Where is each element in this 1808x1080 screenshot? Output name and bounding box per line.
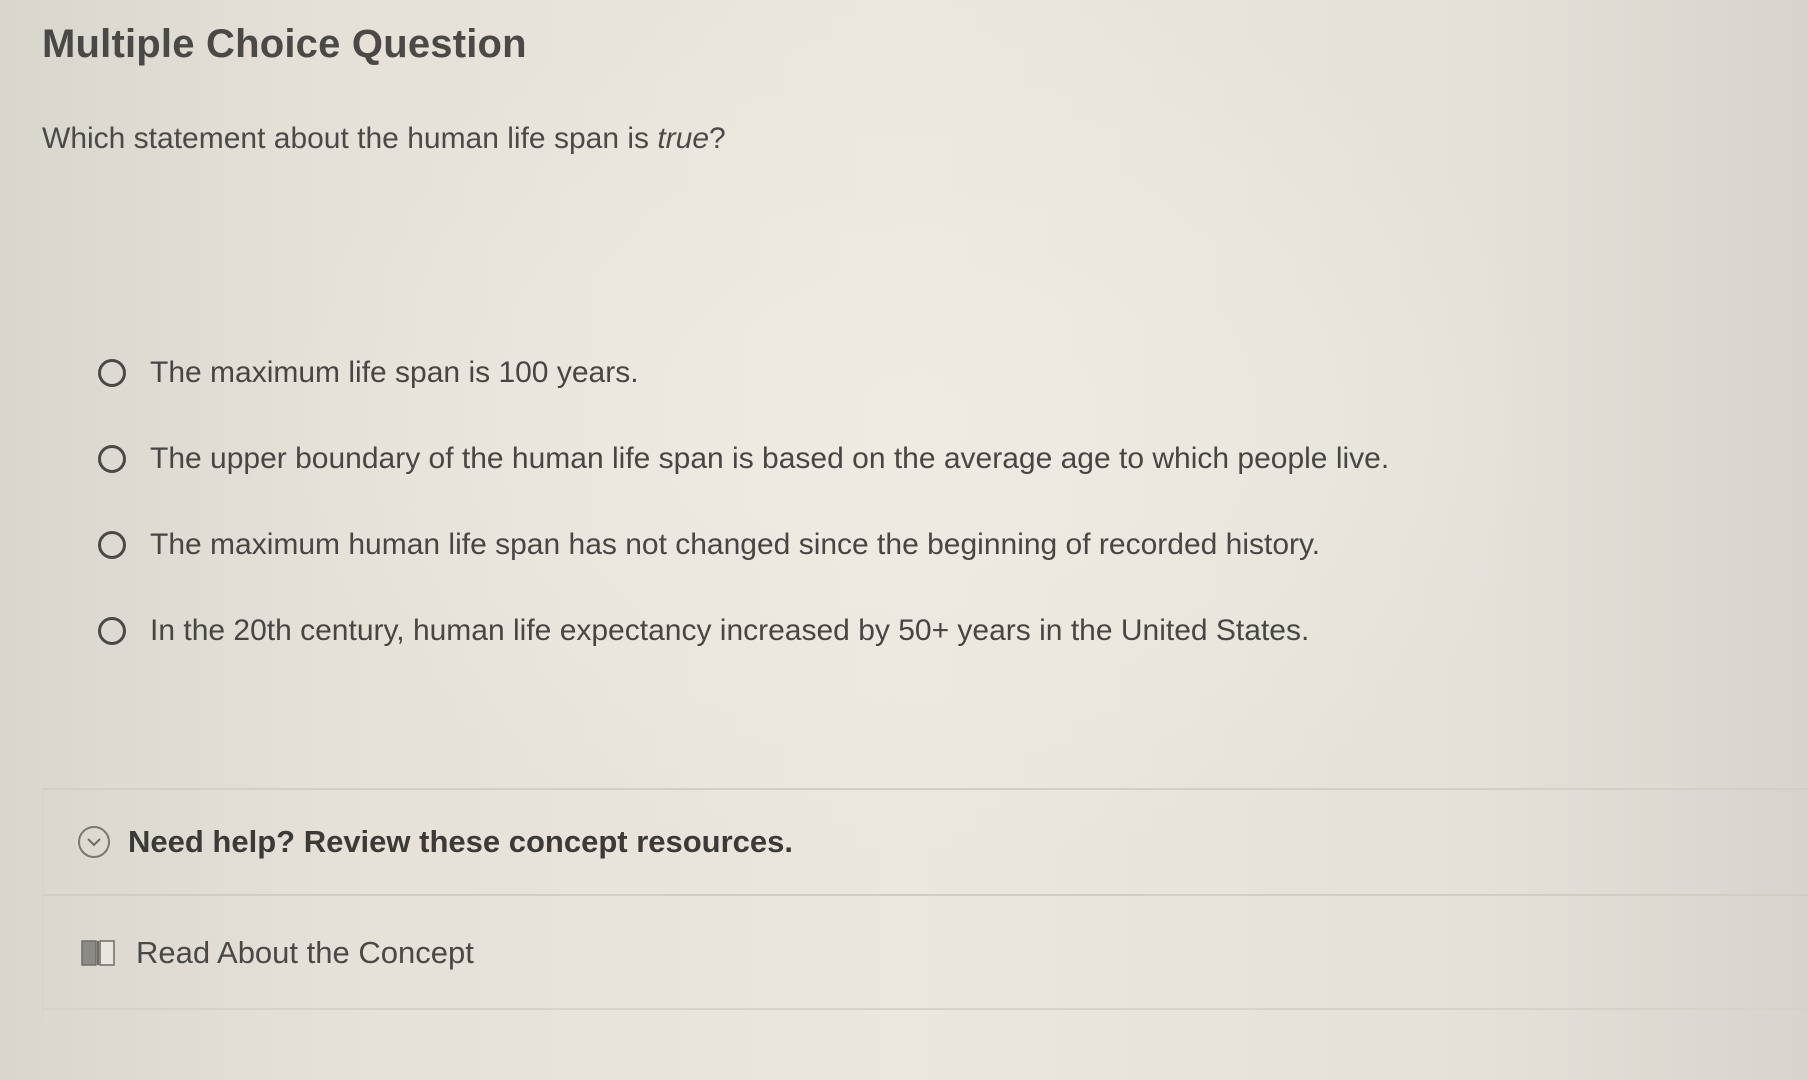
- question-prompt-text: Which statement about the human life spa…: [42, 122, 658, 155]
- answer-option-2[interactable]: The upper boundary of the human life spa…: [98, 416, 1698, 502]
- help-title: Need help? Review these concept resource…: [128, 824, 794, 859]
- resource-label: Read About the Concept: [136, 935, 474, 970]
- question-page: Multiple Choice Question Which statement…: [0, 0, 1808, 1080]
- radio-button-icon[interactable]: [98, 617, 126, 645]
- answer-option-1[interactable]: The maximum life span is 100 years.: [98, 330, 1698, 416]
- page-title: Multiple Choice Question: [42, 22, 527, 66]
- answer-options: The maximum life span is 100 years. The …: [98, 330, 1698, 674]
- radio-button-icon[interactable]: [98, 445, 126, 473]
- read-about-concept-link[interactable]: Read About the Concept: [44, 898, 1808, 1010]
- answer-option-label: The upper boundary of the human life spa…: [150, 442, 1390, 475]
- help-toggle[interactable]: Need help? Review these concept resource…: [44, 790, 1808, 896]
- help-panel: Need help? Review these concept resource…: [42, 788, 1808, 1018]
- radio-button-icon[interactable]: [98, 359, 126, 387]
- question-prompt: Which statement about the human life spa…: [42, 122, 726, 156]
- chevron-down-circle-icon[interactable]: [78, 826, 110, 858]
- answer-option-label: The maximum human life span has not chan…: [150, 528, 1321, 561]
- radio-button-icon[interactable]: [98, 531, 126, 559]
- question-prompt-end: ?: [709, 122, 726, 155]
- answer-option-label: The maximum life span is 100 years.: [150, 356, 639, 389]
- book-icon: [80, 938, 116, 968]
- question-prompt-emphasis: true: [657, 122, 710, 155]
- answer-option-4[interactable]: In the 20th century, human life expectan…: [98, 588, 1698, 674]
- answer-option-label: In the 20th century, human life expectan…: [150, 614, 1310, 647]
- answer-option-3[interactable]: The maximum human life span has not chan…: [98, 502, 1698, 588]
